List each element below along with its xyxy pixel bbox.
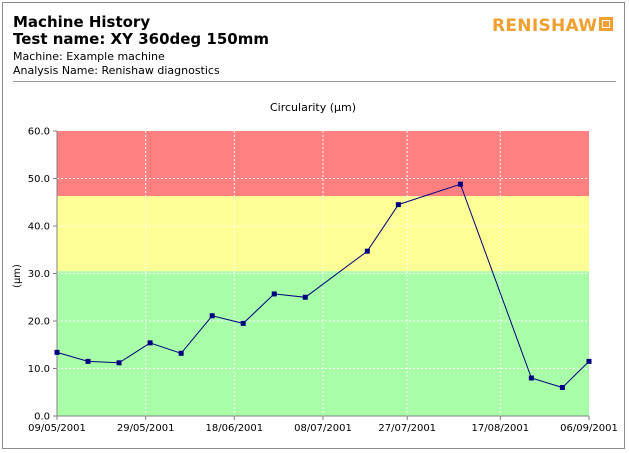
data-point bbox=[54, 349, 60, 355]
data-point bbox=[209, 313, 215, 319]
x-tick-label: 08/07/2001 bbox=[294, 423, 352, 434]
x-tick-label: 06/09/2001 bbox=[560, 423, 618, 434]
y-tick-label: 40.0 bbox=[28, 222, 50, 233]
y-tick-label: 10.0 bbox=[28, 364, 50, 375]
data-point bbox=[147, 340, 153, 346]
y-tick-label: 0.0 bbox=[34, 412, 50, 423]
data-point bbox=[302, 294, 308, 300]
x-tick-label: 29/05/2001 bbox=[117, 423, 175, 434]
data-point bbox=[364, 248, 370, 254]
x-tick-label: 18/06/2001 bbox=[206, 423, 264, 434]
y-axis-label: (µm) bbox=[12, 264, 23, 288]
circularity-chart: 0.0 10.0 20.0 30.0 40.0 50.0 60.0 09/05/2001 29… bbox=[12, 101, 618, 434]
y-tick-label: 30.0 bbox=[28, 269, 50, 280]
data-point bbox=[559, 385, 565, 390]
data-point bbox=[178, 350, 184, 356]
data-point bbox=[240, 320, 246, 326]
data-point bbox=[116, 360, 122, 366]
y-tick-labels: 0.0 10.0 20.0 30.0 40.0 50.0 60.0 bbox=[28, 127, 50, 423]
data-point bbox=[457, 181, 463, 187]
x-tick-label: 27/07/2001 bbox=[378, 423, 436, 434]
data-point bbox=[586, 358, 592, 364]
x-tick-label: 17/08/2001 bbox=[472, 423, 530, 434]
data-point bbox=[271, 291, 277, 297]
y-tick-label: 60.0 bbox=[28, 127, 50, 138]
x-tick-labels: 09/05/2001 29/05/2001 18/06/2001 08/07/2001… bbox=[28, 423, 618, 434]
chart-title: Circularity (µm) bbox=[270, 101, 356, 114]
y-tick-label: 20.0 bbox=[28, 317, 50, 328]
data-point bbox=[528, 375, 534, 381]
data-point bbox=[395, 202, 401, 208]
data-point bbox=[85, 358, 91, 364]
y-tick-label: 50.0 bbox=[28, 174, 50, 185]
x-tick-label: 09/05/2001 bbox=[28, 423, 86, 434]
